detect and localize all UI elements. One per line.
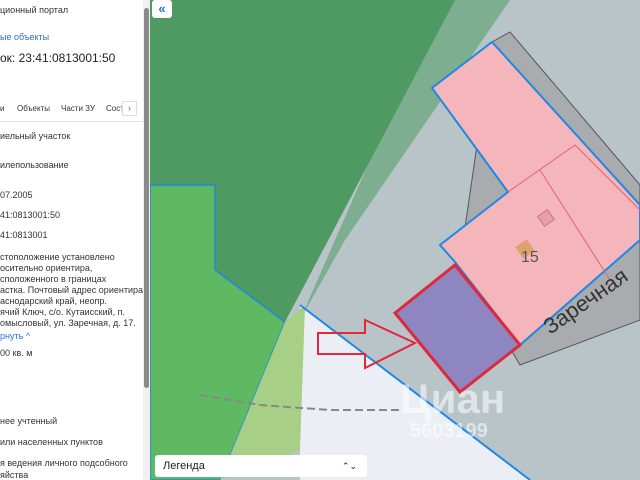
field-area: 00 кв. м bbox=[0, 348, 33, 358]
address-line: стоположение установлено bbox=[0, 252, 115, 262]
field-cadastral: 41:0813001:50 bbox=[0, 210, 61, 220]
scrollbar-thumb[interactable] bbox=[144, 8, 149, 388]
field-quarter: 41:0813001 bbox=[0, 230, 48, 240]
collapse-label: рнуть bbox=[0, 331, 24, 341]
field-permitted-use-2: яйства bbox=[0, 470, 29, 480]
field-status: нее учтенный bbox=[0, 416, 58, 426]
tab-parts[interactable]: Части ЗУ bbox=[61, 104, 95, 113]
tabs-next-button[interactable]: › bbox=[122, 101, 137, 116]
address-line: омысловый, ул. Заречная, д. 17. bbox=[0, 318, 136, 328]
field-date: 07.2005 bbox=[0, 190, 33, 200]
address-line: осительно ориентира, bbox=[0, 263, 93, 273]
tab-0[interactable]: и bbox=[0, 104, 4, 113]
field-category: или населенных пунктов bbox=[0, 437, 103, 447]
panel-scrollbar[interactable] bbox=[143, 0, 150, 480]
divider bbox=[0, 121, 143, 122]
map[interactable]: 15 Заречная Циан 5603199 bbox=[150, 0, 640, 480]
address-line: ячий Ключ, с/о. Кутаисский, п. bbox=[0, 307, 126, 317]
legend-select[interactable]: Легенда ⌃⌄ bbox=[155, 455, 367, 477]
chevron-updown-icon: ⌃⌄ bbox=[341, 461, 357, 471]
legend-label: Легенда bbox=[163, 460, 205, 472]
field-type: иельный участок bbox=[0, 131, 71, 141]
collapse-panel-button[interactable]: « bbox=[152, 0, 172, 18]
field-permitted-use: я ведения личного подсобного bbox=[0, 458, 128, 468]
tab-objects[interactable]: Объекты bbox=[17, 104, 50, 113]
objects-link[interactable]: ые объекты bbox=[0, 32, 49, 42]
collapse-address-link[interactable]: рнуть ^ bbox=[0, 331, 30, 341]
watermark: Циан bbox=[400, 375, 506, 422]
parcel-title: ок: 23:41:0813001:50 bbox=[0, 51, 116, 65]
info-panel: ционный портал ые объекты ок: 23:41:0813… bbox=[0, 0, 150, 480]
map-layers: 15 Заречная bbox=[150, 0, 640, 480]
field-address: стоположение установлено осительно ориен… bbox=[0, 252, 145, 329]
watermark-id: 5603199 bbox=[410, 420, 488, 442]
portal-title: ционный портал bbox=[0, 5, 69, 15]
address-line: аснодарский край, неопр. bbox=[0, 296, 107, 306]
parcel-number: 15 bbox=[521, 249, 539, 266]
field-use: илепользование bbox=[0, 160, 69, 170]
address-line: астка. Почтовый адрес ориентира: bbox=[0, 285, 146, 295]
chevron-up-icon: ^ bbox=[25, 331, 31, 341]
address-line: сположенного в границах bbox=[0, 274, 107, 284]
